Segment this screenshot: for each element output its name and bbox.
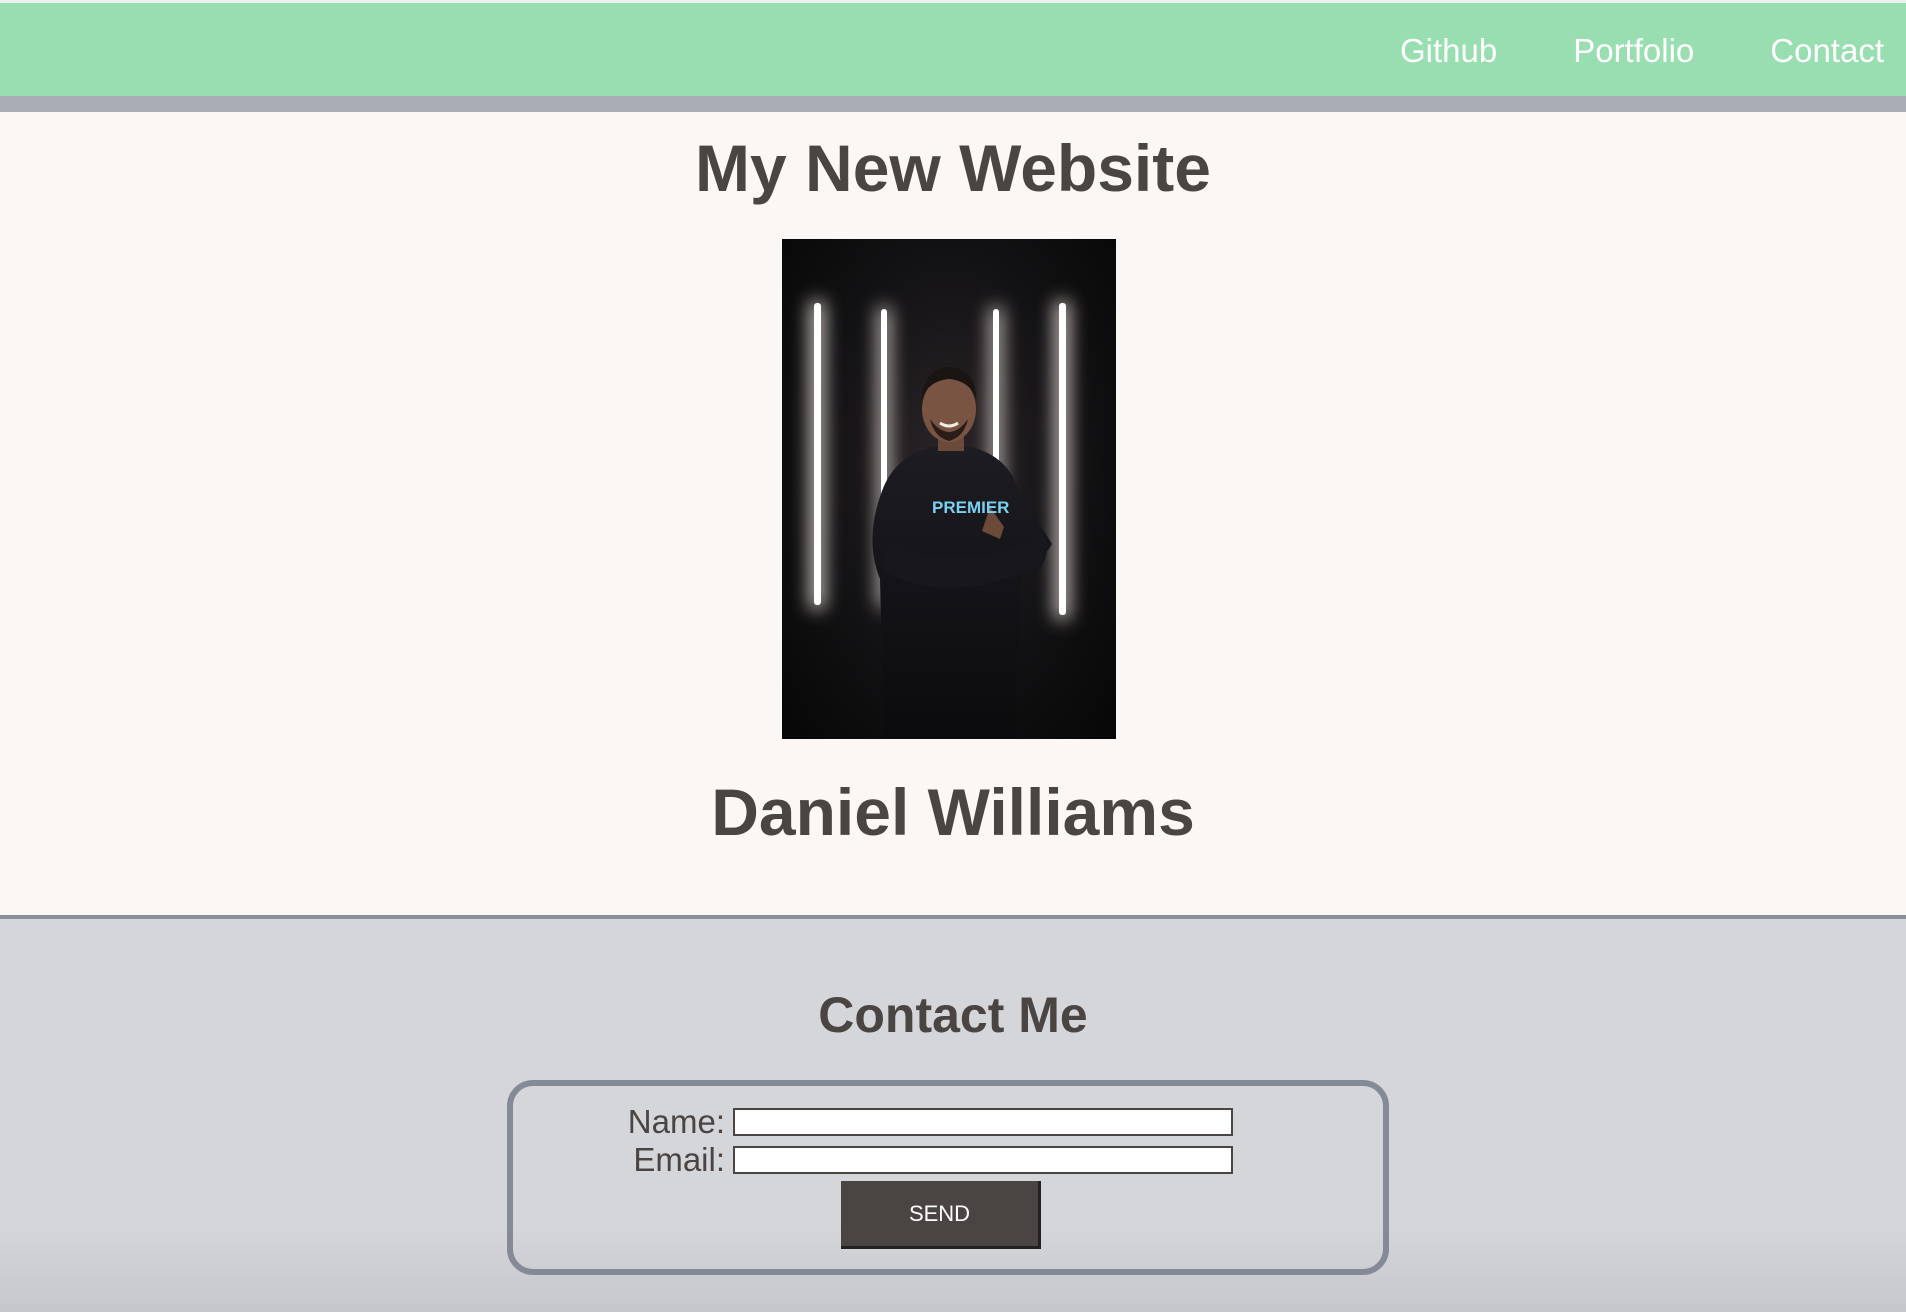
email-row: Email: — [593, 1141, 1233, 1179]
shirt-logo: PREMIER — [932, 498, 1009, 517]
person-name: Daniel Williams — [711, 775, 1195, 849]
hero-section: My New Website PREMIER Daniel Williams — [0, 112, 1906, 916]
nav-link-contact[interactable]: Contact — [1770, 32, 1884, 70]
main-nav: Github Portfolio Contact — [1400, 3, 1884, 99]
name-label: Name: — [627, 1103, 725, 1140]
email-label: Email: — [633, 1141, 725, 1178]
page-title: My New Website — [695, 131, 1211, 205]
nav-link-portfolio[interactable]: Portfolio — [1573, 32, 1694, 70]
profile-photo: PREMIER — [782, 239, 1116, 739]
contact-section: Contact Me Name: Email: SEND — [0, 919, 1906, 1312]
name-row: Name: — [593, 1103, 1233, 1141]
profile-photo-illustration: PREMIER — [810, 301, 1069, 739]
nav-link-github[interactable]: Github — [1400, 32, 1497, 70]
email-input[interactable] — [733, 1146, 1233, 1174]
top-nav-bar: Github Portfolio Contact — [0, 0, 1906, 96]
send-button[interactable]: SEND — [841, 1181, 1041, 1249]
contact-heading: Contact Me — [818, 987, 1088, 1043]
name-input[interactable] — [733, 1108, 1233, 1136]
nav-underline-strip — [0, 96, 1906, 112]
